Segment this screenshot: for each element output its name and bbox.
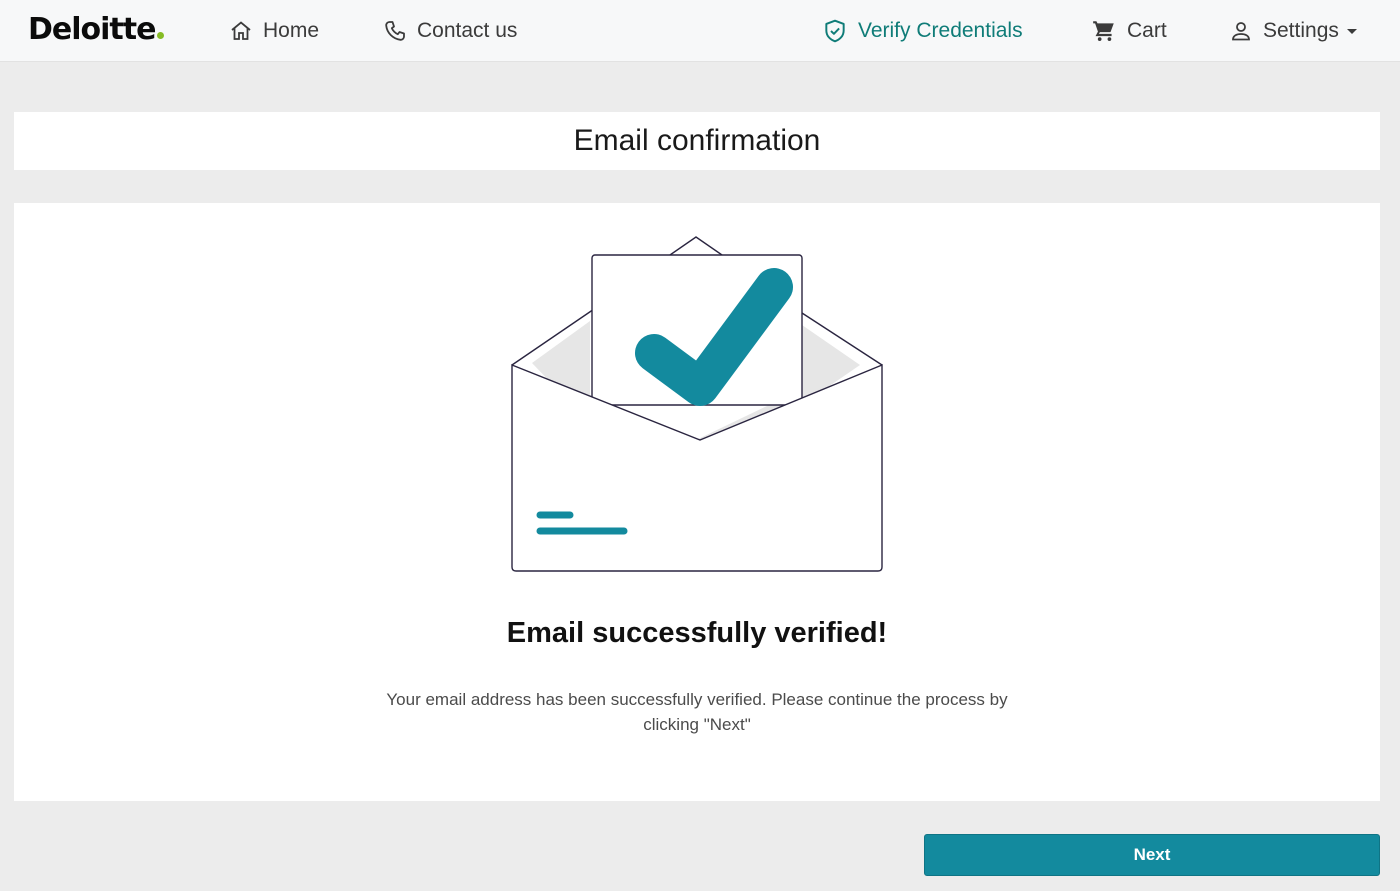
page-title: Email confirmation [573, 124, 821, 157]
nav-contact-label: Contact us [417, 19, 518, 42]
shield-check-icon [825, 19, 845, 43]
nav-settings-label: Settings [1263, 19, 1339, 42]
nav-home[interactable]: Home [229, 16, 319, 46]
top-navbar: Deloitte Home Contact us Verify Credenti… [0, 0, 1400, 62]
nav-home-label: Home [263, 19, 320, 42]
confirmation-card: Email successfully verified! Your email … [14, 203, 1380, 801]
nav-verify-credentials[interactable]: Verify Credentials [822, 16, 1023, 46]
deloitte-logo[interactable]: Deloitte [28, 12, 165, 47]
logo-dot [157, 32, 165, 39]
success-description: Your email address has been successfully… [386, 690, 1008, 734]
user-icon [1232, 22, 1250, 41]
next-button[interactable]: Next [924, 834, 1380, 876]
nav-settings-dropdown[interactable]: Settings [1229, 16, 1357, 46]
envelope-check-icon [511, 236, 883, 572]
cart-icon [1093, 21, 1114, 41]
chevron-down-icon [1346, 28, 1357, 34]
home-icon [231, 21, 251, 40]
logo-text: Deloitte [28, 12, 156, 47]
nav-cart-label: Cart [1127, 19, 1167, 42]
nav-contact-us[interactable]: Contact us [383, 16, 517, 46]
phone-icon [385, 21, 405, 41]
nav-verify-label: Verify Credentials [858, 19, 1023, 42]
success-headline: Email successfully verified! [506, 617, 888, 649]
page-title-card: Email confirmation [14, 112, 1380, 170]
nav-cart[interactable]: Cart [1091, 16, 1167, 46]
